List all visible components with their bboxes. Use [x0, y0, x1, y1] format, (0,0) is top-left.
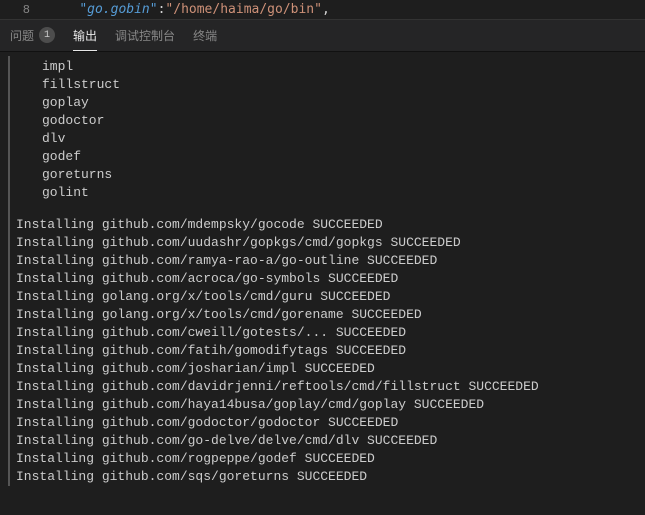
tool-list: impl fillstruct goplay godoctor dlv gode… [16, 58, 637, 202]
tab-debug-console[interactable]: 调试控制台 [115, 20, 175, 51]
list-item: Installing github.com/sqs/goreturns SUCC… [16, 468, 637, 486]
list-item: Installing github.com/godoctor/godoctor … [16, 414, 637, 432]
list-item: dlv [42, 130, 637, 148]
panel-tabs: 问题 1 输出 调试控制台 终端 [0, 20, 645, 52]
list-item: fillstruct [42, 76, 637, 94]
list-item: Installing golang.org/x/tools/cmd/gorena… [16, 306, 637, 324]
tab-output[interactable]: 输出 [73, 20, 97, 51]
list-item: Installing github.com/go-delve/delve/cmd… [16, 432, 637, 450]
list-item: Installing github.com/rogpeppe/godef SUC… [16, 450, 637, 468]
list-item: Installing github.com/acroca/go-symbols … [16, 270, 637, 288]
list-item: goplay [42, 94, 637, 112]
list-item: godef [42, 148, 637, 166]
code-content[interactable]: "go.gobin":"/home/haima/go/bin", [48, 2, 645, 17]
list-item: golint [42, 184, 637, 202]
line-number: 8 [0, 3, 48, 17]
output-panel[interactable]: impl fillstruct goplay godoctor dlv gode… [0, 52, 645, 515]
install-list: Installing github.com/mdempsky/gocode SU… [16, 216, 637, 486]
list-item: Installing golang.org/x/tools/cmd/guru S… [16, 288, 637, 306]
list-item: Installing github.com/josharian/impl SUC… [16, 360, 637, 378]
list-item: Installing github.com/uudashr/gopkgs/cmd… [16, 234, 637, 252]
list-item: Installing github.com/mdempsky/gocode SU… [16, 216, 637, 234]
list-item: Installing github.com/fatih/gomodifytags… [16, 342, 637, 360]
json-key: "go.gobin" [79, 2, 157, 17]
tab-debug-console-label: 调试控制台 [115, 27, 175, 44]
json-trailing: , [322, 2, 330, 17]
tab-terminal-label: 终端 [193, 27, 217, 44]
list-item: Installing github.com/davidrjenni/reftoo… [16, 378, 637, 396]
tab-output-label: 输出 [73, 27, 97, 44]
list-item: impl [42, 58, 637, 76]
json-value: "/home/haima/go/bin" [165, 2, 322, 17]
editor-line[interactable]: 8 "go.gobin":"/home/haima/go/bin", [0, 0, 645, 20]
list-item: Installing github.com/cweill/gotests/...… [16, 324, 637, 342]
problems-count-badge: 1 [39, 27, 55, 43]
list-item: goreturns [42, 166, 637, 184]
list-item: godoctor [42, 112, 637, 130]
tab-terminal[interactable]: 终端 [193, 20, 217, 51]
list-item: Installing github.com/ramya-rao-a/go-out… [16, 252, 637, 270]
list-item: Installing github.com/haya14busa/goplay/… [16, 396, 637, 414]
tab-problems-label: 问题 [10, 27, 34, 44]
output-content: impl fillstruct goplay godoctor dlv gode… [8, 56, 637, 486]
tab-problems[interactable]: 问题 1 [10, 20, 55, 51]
